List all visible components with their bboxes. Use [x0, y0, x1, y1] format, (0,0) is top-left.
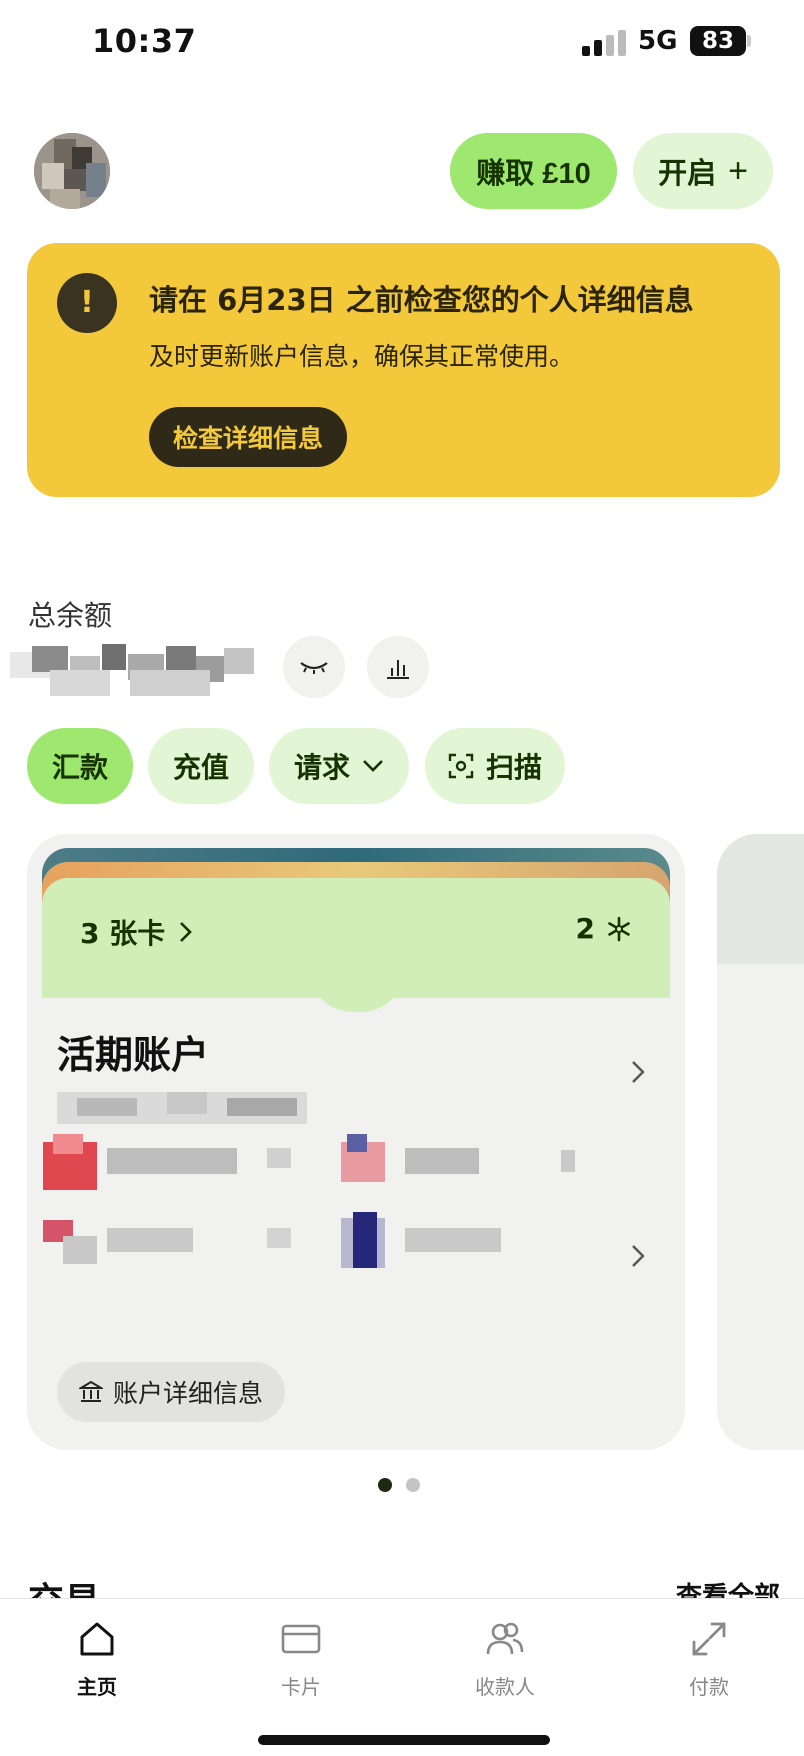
account-details-button[interactable]: 账户详细信息: [57, 1362, 286, 1422]
earn-referral-button[interactable]: 赚取 £10: [450, 133, 617, 209]
eye-closed-icon: [300, 662, 328, 674]
account-title: 活期账户: [57, 1033, 210, 1077]
alert-icon: !: [57, 273, 117, 333]
currency-balance-item: [341, 1134, 581, 1194]
request-label: 请求: [293, 752, 350, 783]
nav-home-label: 主页: [77, 1675, 117, 1699]
nav-recipients-label: 收款人: [475, 1675, 535, 1699]
chevron-right-icon: [180, 922, 193, 942]
home-icon: [80, 1622, 114, 1656]
cards-count-label: 3 张卡: [80, 917, 166, 950]
chevron-right-icon[interactable]: [631, 1244, 645, 1268]
scan-label: 扫描: [485, 752, 542, 783]
pager-dot-active[interactable]: [378, 1478, 392, 1492]
send-button[interactable]: 汇款: [27, 728, 133, 804]
next-account-card-peek[interactable]: [717, 834, 804, 1450]
account-number-redacted: [57, 1088, 307, 1130]
bottom-nav: 主页 卡片 收款人 付款: [0, 1598, 804, 1756]
alert-body: 及时更新账户信息，确保其正常使用。: [149, 342, 575, 371]
transfer-icon: [692, 1622, 726, 1656]
pager-dot[interactable]: [406, 1478, 420, 1492]
next-card-header: [717, 834, 804, 964]
home-indicator[interactable]: [258, 1735, 550, 1745]
bank-icon: [79, 1380, 103, 1402]
review-details-alert: ! 请在 6月23日 之前检查您的个人详细信息 及时更新账户信息，确保其正常使用…: [27, 243, 780, 497]
scan-button[interactable]: 扫描: [425, 728, 565, 804]
people-icon: [486, 1622, 524, 1655]
nav-pay-label: 付款: [689, 1675, 729, 1699]
insights-button[interactable]: [367, 636, 429, 698]
currency-balance-item: [341, 1212, 581, 1272]
battery-icon: 83: [690, 26, 746, 56]
plus-icon: +: [728, 151, 748, 190]
currency-balance-item: [43, 1134, 343, 1194]
request-button[interactable]: 请求: [269, 728, 409, 804]
open-button[interactable]: 开启 +: [633, 133, 773, 209]
card-icon: [281, 1624, 321, 1654]
bar-chart-icon: [387, 660, 409, 679]
scan-icon: [448, 753, 474, 779]
battery-tip: [747, 35, 751, 47]
hide-balance-button[interactable]: [283, 636, 345, 698]
account-details-label: 账户详细信息: [113, 1380, 264, 1408]
nav-recipients[interactable]: 收款人: [440, 1615, 570, 1700]
frozen-cards-count[interactable]: 2: [576, 912, 633, 945]
signal-icon: [582, 30, 628, 56]
status-time: 10:37: [92, 22, 197, 60]
alert-title: 请在 6月23日 之前检查您的个人详细信息: [149, 283, 694, 317]
nav-cards-label: 卡片: [281, 1675, 321, 1699]
nav-cards[interactable]: 卡片: [236, 1615, 366, 1700]
network-label: 5G: [638, 26, 678, 56]
current-account-card[interactable]: 3 张卡 2 活期账户 账户详细信息: [27, 834, 685, 1450]
nav-home[interactable]: 主页: [32, 1615, 162, 1700]
card-notch: [309, 968, 405, 1012]
snowflake-icon: [608, 916, 630, 941]
chevron-down-icon: [363, 760, 383, 772]
balance-label: 总余额: [28, 599, 113, 632]
open-label: 开启: [658, 158, 717, 190]
currency-balance-item: [43, 1212, 343, 1272]
nav-pay[interactable]: 付款: [644, 1615, 774, 1700]
frozen-count-label: 2: [575, 912, 595, 945]
balance-amount-redacted: [10, 642, 266, 696]
topup-button[interactable]: 充值: [148, 728, 254, 804]
avatar[interactable]: [34, 133, 110, 209]
check-details-button[interactable]: 检查详细信息: [149, 407, 348, 467]
cards-count-link[interactable]: 3 张卡: [80, 912, 193, 952]
chevron-right-icon[interactable]: [631, 1060, 645, 1084]
carousel-pager: [378, 1478, 420, 1492]
